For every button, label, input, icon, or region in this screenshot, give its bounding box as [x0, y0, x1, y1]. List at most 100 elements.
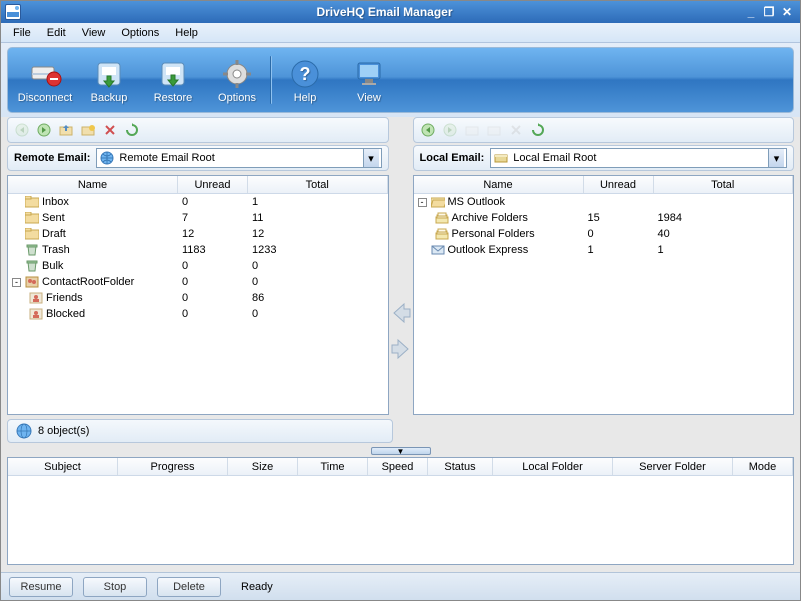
transfer-header: Subject Progress Size Time Speed Status …: [8, 458, 793, 476]
local-email-label: Local Email:: [420, 152, 485, 164]
remote-tree-header: Name Unread Total: [8, 176, 388, 194]
tree-row[interactable]: Sent711: [8, 210, 388, 226]
splitter-handle[interactable]: ▼: [371, 447, 431, 455]
row-unread: 0: [178, 308, 248, 320]
view-button[interactable]: View: [338, 54, 400, 106]
globe-icon: [16, 423, 32, 439]
menu-help[interactable]: Help: [167, 25, 206, 41]
tree-row[interactable]: - ContactRootFolder 00: [8, 274, 388, 290]
col-size[interactable]: Size: [228, 458, 298, 475]
local-root-combo[interactable]: Local Email Root ▾: [490, 148, 787, 168]
chevron-down-icon[interactable]: ▾: [363, 149, 379, 167]
tree-row[interactable]: Draft1212: [8, 226, 388, 242]
col-unread[interactable]: Unread: [584, 176, 654, 193]
col-subject[interactable]: Subject: [8, 458, 118, 475]
stop-button[interactable]: Stop: [83, 577, 147, 597]
menu-options[interactable]: Options: [113, 25, 167, 41]
col-total[interactable]: Total: [248, 176, 388, 193]
monitor-icon: [351, 56, 387, 92]
col-speed[interactable]: Speed: [368, 458, 428, 475]
col-server-folder[interactable]: Server Folder: [613, 458, 733, 475]
remote-status-bar: 8 object(s): [7, 419, 393, 443]
delete-button[interactable]: [102, 122, 118, 138]
tree-row[interactable]: Trash11831233: [8, 242, 388, 258]
up-button[interactable]: [58, 122, 74, 138]
expander-icon[interactable]: -: [12, 278, 21, 287]
horizontal-splitter[interactable]: ▼: [1, 445, 800, 457]
tree-row[interactable]: Outlook Express11: [414, 242, 794, 258]
help-button[interactable]: ? Help: [274, 54, 336, 106]
delete-button[interactable]: [508, 122, 524, 138]
col-time[interactable]: Time: [298, 458, 368, 475]
col-name[interactable]: Name: [414, 176, 584, 193]
tree-row[interactable]: - MS Outlook: [414, 194, 794, 210]
local-root-text: Local Email Root: [513, 152, 764, 164]
tree-row[interactable]: Inbox01: [8, 194, 388, 210]
window-title: DriveHQ Email Manager: [27, 5, 742, 19]
minimize-button[interactable]: _: [742, 4, 760, 20]
col-unread[interactable]: Unread: [178, 176, 248, 193]
up-button[interactable]: [464, 122, 480, 138]
back-button[interactable]: [14, 122, 30, 138]
disconnect-button[interactable]: Disconnect: [14, 54, 76, 106]
tree-row[interactable]: Archive Folders151984: [414, 210, 794, 226]
delete-transfer-button[interactable]: Delete: [157, 577, 221, 597]
forward-button[interactable]: [36, 122, 52, 138]
remote-root-combo[interactable]: Remote Email Root ▾: [96, 148, 381, 168]
transfer-list[interactable]: Subject Progress Size Time Speed Status …: [7, 457, 794, 565]
col-local-folder[interactable]: Local Folder: [493, 458, 613, 475]
row-label: MS Outlook: [448, 196, 505, 208]
contacts-icon: [24, 275, 40, 289]
menu-edit[interactable]: Edit: [39, 25, 74, 41]
disconnect-icon: [27, 56, 63, 92]
menu-file[interactable]: File: [5, 25, 39, 41]
forward-button[interactable]: [442, 122, 458, 138]
row-label: Outlook Express: [448, 244, 529, 256]
new-folder-button[interactable]: [486, 122, 502, 138]
row-unread: 15: [584, 212, 654, 224]
tree-row[interactable]: Blocked00: [8, 306, 388, 322]
options-button[interactable]: Options: [206, 54, 268, 106]
col-status[interactable]: Status: [428, 458, 493, 475]
remote-status-text: 8 object(s): [38, 425, 89, 437]
refresh-button[interactable]: [530, 122, 546, 138]
row-total: 1: [248, 196, 348, 208]
backup-label: Backup: [91, 92, 128, 104]
remote-pane: Remote Email: Remote Email Root ▾ Name U…: [7, 117, 389, 415]
panes-container: Remote Email: Remote Email Root ▾ Name U…: [1, 117, 800, 415]
oe-icon: [430, 243, 446, 257]
tree-row[interactable]: Friends086: [8, 290, 388, 306]
menu-bar: File Edit View Options Help: [1, 23, 800, 43]
local-tree[interactable]: Name Unread Total - MS Outlook Archive Fol…: [413, 175, 795, 415]
remote-combo-row: Remote Email: Remote Email Root ▾: [7, 145, 389, 171]
transfer-left-button[interactable]: [388, 300, 414, 326]
row-unread: 0: [178, 276, 248, 288]
back-button[interactable]: [420, 122, 436, 138]
view-label: View: [357, 92, 381, 104]
chevron-down-icon: ▼: [397, 447, 405, 456]
chevron-down-icon[interactable]: ▾: [768, 149, 784, 167]
resume-button[interactable]: Resume: [9, 577, 73, 597]
backup-button[interactable]: Backup: [78, 54, 140, 106]
maximize-button[interactable]: ❐: [760, 4, 778, 20]
remote-tree[interactable]: Name Unread Total Inbox01Sent711Draft121…: [7, 175, 389, 415]
menu-view[interactable]: View: [74, 25, 114, 41]
local-combo-row: Local Email: Local Email Root ▾: [413, 145, 795, 171]
main-toolbar: Disconnect Backup Restore Options ? Help…: [7, 47, 794, 113]
row-total: 0: [248, 276, 348, 288]
col-mode[interactable]: Mode: [733, 458, 793, 475]
col-progress[interactable]: Progress: [118, 458, 228, 475]
restore-button[interactable]: Restore: [142, 54, 204, 106]
close-button[interactable]: ✕: [778, 4, 796, 20]
refresh-button[interactable]: [124, 122, 140, 138]
tree-row[interactable]: Personal Folders040: [414, 226, 794, 242]
row-label: ContactRootFolder: [42, 276, 134, 288]
transfer-right-button[interactable]: [388, 336, 414, 362]
new-folder-button[interactable]: [80, 122, 96, 138]
col-total[interactable]: Total: [654, 176, 794, 193]
expander-icon[interactable]: -: [418, 198, 427, 207]
tree-row[interactable]: Bulk00: [8, 258, 388, 274]
row-total: 0: [248, 260, 348, 272]
drive-icon: [493, 150, 509, 166]
col-name[interactable]: Name: [8, 176, 178, 193]
